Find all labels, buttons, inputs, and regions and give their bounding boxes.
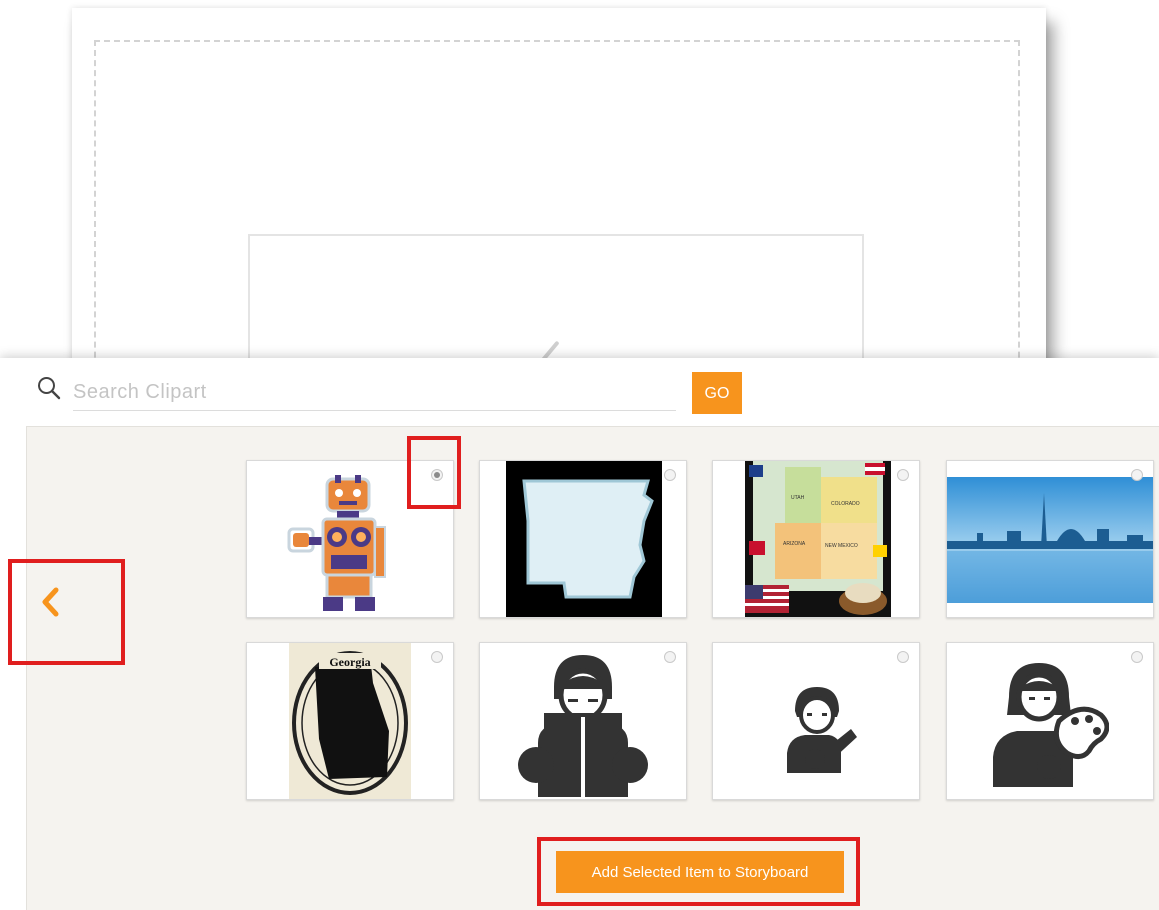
search-icon: [38, 377, 61, 400]
person-reading-image: [518, 655, 648, 797]
select-radio[interactable]: [431, 469, 443, 481]
map-label-utah: UTAH: [791, 495, 805, 501]
search-input[interactable]: [73, 374, 676, 411]
clipart-item-arkansas[interactable]: [479, 460, 687, 618]
go-button[interactable]: GO: [692, 372, 742, 414]
select-radio[interactable]: [664, 651, 676, 663]
map-label-new-mexico: NEW MEXICO: [825, 543, 858, 549]
robot-image: [287, 475, 386, 611]
select-radio[interactable]: [664, 469, 676, 481]
map-label-arizona: ARIZONA: [783, 541, 806, 547]
clipart-item-girl-palette[interactable]: [946, 642, 1154, 800]
clipart-item-southwest-map[interactable]: UTAH COLORADO ARIZONA NEW MEXICO: [712, 460, 920, 618]
clipart-dialog: GO: [0, 358, 1159, 910]
girl-with-palette-image: [993, 663, 1109, 787]
select-radio[interactable]: [897, 651, 909, 663]
select-radio[interactable]: [431, 651, 443, 663]
clipart-item-robot[interactable]: [246, 460, 454, 618]
washington-skyline-image: [947, 477, 1153, 603]
arkansas-outline-image: [506, 461, 662, 617]
clipart-item-child-painting[interactable]: [712, 642, 920, 800]
clipart-item-reader[interactable]: [479, 642, 687, 800]
child-painting-image: [787, 687, 857, 773]
dialog-left-edge: [0, 358, 27, 910]
storyboard-cell: [72, 8, 1046, 428]
select-radio[interactable]: [897, 469, 909, 481]
clipart-item-skyline[interactable]: [946, 460, 1154, 618]
chevron-left-icon[interactable]: [34, 582, 68, 622]
southwest-map-image: UTAH COLORADO ARIZONA NEW MEXICO: [745, 461, 891, 617]
stamp-label: Georgia: [329, 655, 370, 669]
add-to-storyboard-button[interactable]: Add Selected Item to Storyboard: [556, 851, 844, 893]
select-radio[interactable]: [1131, 651, 1143, 663]
select-radio[interactable]: [1131, 469, 1143, 481]
georgia-stamp-image: Georgia: [289, 643, 411, 799]
clipart-item-georgia[interactable]: Georgia: [246, 642, 454, 800]
map-label-colorado: COLORADO: [831, 501, 860, 507]
